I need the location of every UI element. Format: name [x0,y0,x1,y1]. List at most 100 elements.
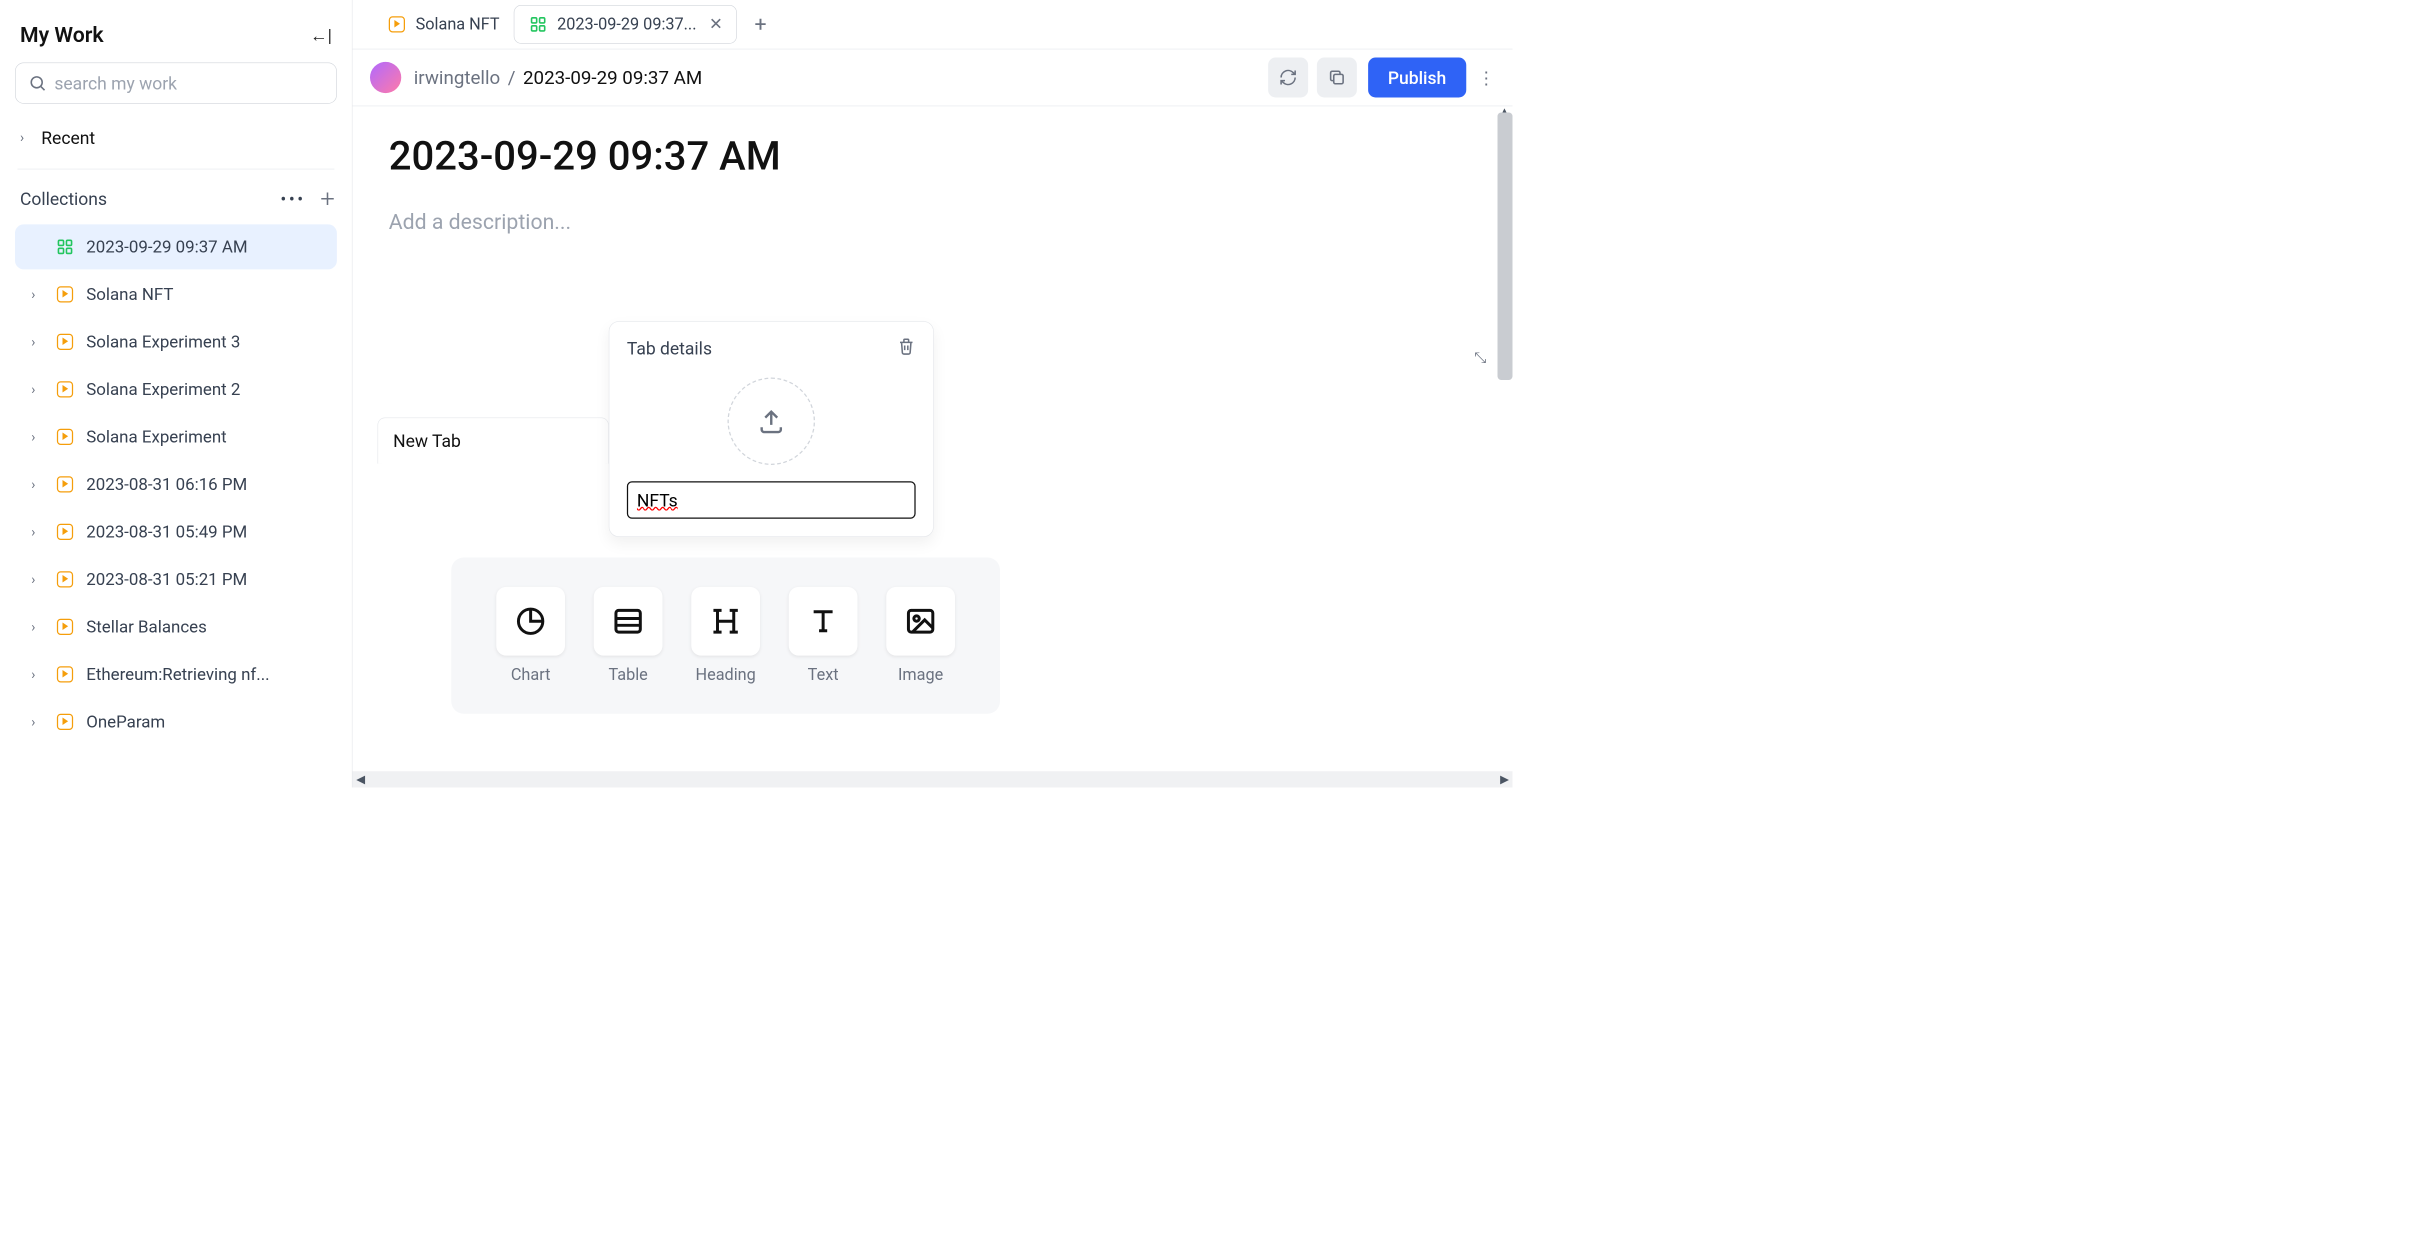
sidebar-item[interactable]: › Ethereum:Retrieving nf... [15,652,337,697]
chevron-right-icon: › [20,130,33,146]
collapse-sidebar-icon[interactable]: ←| [310,25,332,46]
breadcrumb-owner[interactable]: irwingtello [414,67,500,89]
sidebar-item-label: Stellar Balances [86,617,207,637]
search-icon [28,74,47,93]
run-icon [55,474,75,494]
sidebar-item[interactable]: › Solana Experiment 2 [15,367,337,412]
palette-label: Chart [511,666,551,685]
chevron-right-icon: › [31,287,44,303]
chevron-right-icon: › [31,334,44,350]
sidebar-item-label: Solana NFT [86,284,173,304]
chevron-right-icon: › [31,619,44,635]
palette-block-chart[interactable]: Chart [496,587,565,685]
breadcrumb-current: 2023-09-29 09:37 AM [523,67,702,89]
run-icon [55,284,75,304]
sidebar-item-label: 2023-08-31 05:49 PM [86,522,247,542]
add-tab-button[interactable]: + [755,12,767,37]
resize-handle-icon[interactable]: ⤡ [1474,349,1486,367]
newtab-chip[interactable]: New Tab [378,418,609,464]
run-icon [55,617,75,637]
run-icon [55,427,75,447]
recent-section[interactable]: › Recent [15,119,337,157]
block-palette: Chart Table Heading Text Image [451,558,1000,714]
vertical-scrollbar[interactable] [1498,113,1513,381]
palette-label: Heading [695,666,755,685]
sidebar-title: My Work [20,23,104,48]
sidebar-item[interactable]: › Solana Experiment [15,414,337,459]
palette-block-heading[interactable]: Heading [691,587,760,685]
upload-icon [757,407,786,436]
sidebar-item[interactable]: › Solana Experiment 3 [15,319,337,364]
divider [18,169,335,170]
dashboard-icon [55,237,75,257]
sidebar-item-label: 2023-09-29 09:37 AM [86,237,247,257]
palette-block-table[interactable]: Table [594,587,663,685]
sidebar-item[interactable]: › OneParam [15,699,337,744]
chevron-right-icon: › [31,429,44,445]
run-icon [55,522,75,542]
chevron-right-icon: › [31,382,44,398]
delete-button[interactable] [897,337,916,360]
collections-list: › 2023-09-29 09:37 AM› Solana NFT› Solan… [15,224,337,744]
header-bar: irwingtello / 2023-09-29 09:37 AM Publis… [353,49,1513,107]
tab-details-popover: Tab details [609,321,934,537]
upload-dropzone[interactable] [728,378,816,466]
sidebar-item[interactable]: › 2023-08-31 06:16 PM [15,462,337,507]
refresh-button[interactable] [1268,58,1308,98]
tab[interactable]: 2023-09-29 09:37... ✕ [514,5,737,44]
sidebar-item[interactable]: › Stellar Balances [15,604,337,649]
copy-button[interactable] [1317,58,1357,98]
sidebar-item-label: 2023-08-31 06:16 PM [86,474,247,494]
chevron-right-icon: › [31,572,44,588]
tab-strip: Solana NFT 2023-09-29 09:37... ✕ + [353,0,1513,49]
horizontal-scrollbar[interactable] [353,771,1513,787]
sidebar-item-label: Solana Experiment [86,427,226,447]
add-collection-icon[interactable] [318,189,337,208]
canvas: ▲ 2023-09-29 09:37 AM Add a description.… [353,106,1513,787]
palette-block-text[interactable]: Text [789,587,858,685]
sidebar-item-label: Solana Experiment 3 [86,332,240,352]
tab[interactable]: Solana NFT [373,5,514,44]
sidebar-item-label: OneParam [86,712,165,732]
recent-label: Recent [41,127,95,148]
run-icon [55,664,75,684]
collections-header: Collections ••• [15,182,337,216]
sidebar-item[interactable]: › 2023-09-29 09:37 AM [15,224,337,269]
copy-icon [1327,68,1346,87]
chart-icon [496,587,565,656]
sidebar-item-label: Solana Experiment 2 [86,379,240,399]
run-icon [55,379,75,399]
palette-label: Text [808,666,839,685]
search-input-wrapper[interactable] [15,63,337,104]
trash-icon [897,337,916,356]
sidebar: My Work ←| › Recent Collections ••• › 20… [0,0,353,788]
close-icon[interactable]: ✕ [709,15,723,34]
page-title[interactable]: 2023-09-29 09:37 AM [389,133,1513,180]
search-input[interactable] [54,73,323,94]
sidebar-item[interactable]: › Solana NFT [15,272,337,317]
chevron-right-icon: › [31,477,44,493]
table-icon [594,587,663,656]
kebab-menu-icon[interactable]: ⋮ [1478,67,1496,88]
tab-label: Solana NFT [416,15,500,34]
run-icon [387,14,407,34]
avatar[interactable] [370,62,401,93]
tab-name-input[interactable] [627,481,916,519]
palette-block-image[interactable]: Image [886,587,955,685]
sidebar-item[interactable]: › 2023-08-31 05:49 PM [15,509,337,554]
run-icon [55,569,75,589]
collections-label: Collections [20,188,107,209]
publish-button[interactable]: Publish [1368,58,1466,98]
image-icon [886,587,955,656]
sidebar-item-label: 2023-08-31 05:21 PM [86,569,247,589]
newtab-label: New Tab [393,431,461,452]
sidebar-item-label: Ethereum:Retrieving nf... [86,664,269,684]
refresh-icon [1278,68,1297,87]
chevron-right-icon: › [31,667,44,683]
more-icon[interactable]: ••• [280,188,305,209]
palette-label: Image [898,666,943,685]
palette-label: Table [608,666,647,685]
sidebar-item[interactable]: › 2023-08-31 05:21 PM [15,557,337,602]
main: Solana NFT 2023-09-29 09:37... ✕ + irwing… [353,0,1513,788]
description-placeholder[interactable]: Add a description... [389,209,1513,234]
